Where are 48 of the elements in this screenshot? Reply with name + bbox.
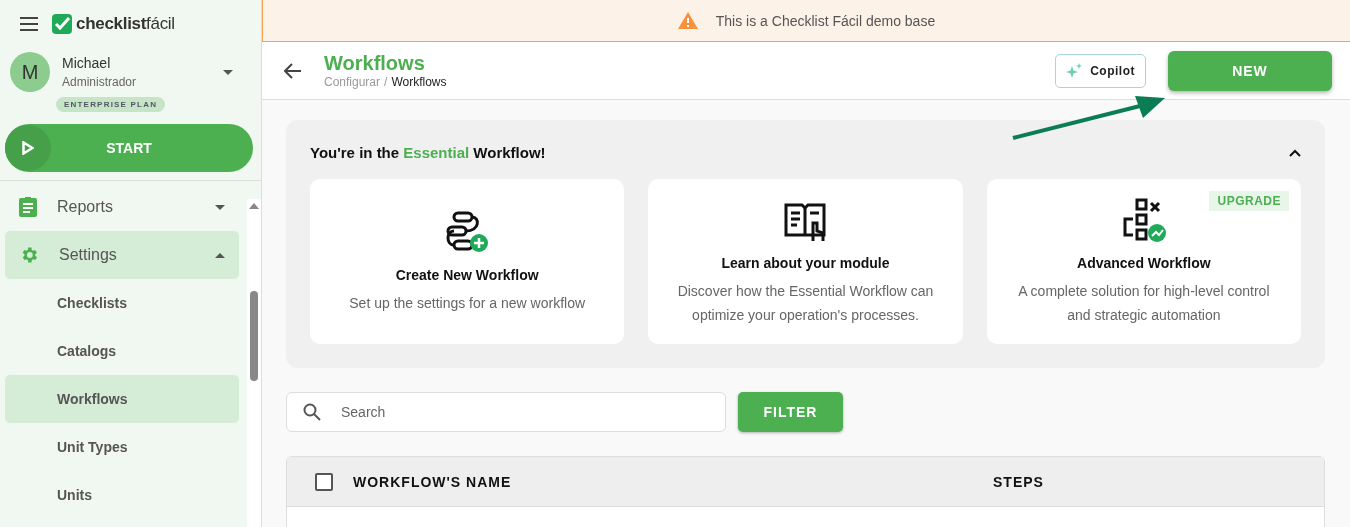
card-description: Discover how the Essential Workflow can optimize your operation's processes. bbox=[676, 281, 935, 325]
dropdown-caret-icon[interactable] bbox=[223, 70, 233, 75]
promo-card[interactable]: Learn about your module Discover how the Essential Workflow can optimize your operation's processes. bbox=[648, 179, 963, 344]
breadcrumb-current: Workflows bbox=[391, 75, 447, 89]
search-input[interactable]: Search bbox=[339, 403, 709, 421]
nav-subitem[interactable]: Checklists bbox=[5, 279, 239, 327]
collapse-caret-icon bbox=[215, 252, 225, 258]
scroll-up-icon[interactable] bbox=[249, 203, 259, 209]
nav-subitem[interactable]: Workflows bbox=[5, 375, 239, 423]
logo-text: checklistfácil bbox=[76, 14, 175, 34]
collapse-chevron-icon[interactable] bbox=[1289, 148, 1301, 157]
card-title: Learn about your module bbox=[721, 254, 890, 271]
search-field[interactable]: Search bbox=[286, 392, 726, 432]
card-title: Create New Workflow bbox=[395, 266, 539, 283]
upgrade-badge: UPGRADE bbox=[1209, 191, 1289, 211]
report-icon bbox=[19, 197, 37, 217]
nav-subitem[interactable]: Unit Types bbox=[5, 423, 239, 471]
breadcrumb-separator: / bbox=[384, 75, 388, 89]
nav-subitem[interactable]: Units bbox=[5, 471, 239, 519]
select-all-checkbox[interactable] bbox=[315, 472, 333, 491]
sparkle-icon bbox=[1066, 62, 1083, 79]
card-description: Set up the settings for a new workflow bbox=[349, 293, 586, 313]
scrollbar[interactable] bbox=[247, 199, 261, 527]
plan-badge: ENTERPRISE PLAN bbox=[56, 97, 166, 112]
nav-item[interactable]: Reports bbox=[5, 183, 239, 231]
card-description: A complete solution for high-level control and strategic automation bbox=[1017, 281, 1271, 325]
copilot-button[interactable]: Copilot bbox=[1055, 53, 1146, 88]
column-header: WORKFLOW'S NAME bbox=[353, 473, 513, 490]
promo-card[interactable]: UPGRADE Advanced Workflow A complete solution for high-level control and strategic automation bbox=[986, 179, 1301, 344]
card-title: Advanced Workflow bbox=[1077, 254, 1211, 271]
page-title: Workflows bbox=[324, 52, 426, 75]
column-header: STEPS bbox=[993, 473, 1045, 490]
nav-item[interactable]: Settings bbox=[5, 231, 239, 279]
promo-card[interactable]: Create New Workflow Set up the settings for a new workflow bbox=[310, 179, 625, 344]
user-avatar: M bbox=[10, 52, 50, 92]
logo-check-icon bbox=[52, 14, 72, 34]
promo-title: You're in the Essential Workflow! bbox=[310, 144, 546, 161]
menu-icon[interactable] bbox=[20, 17, 38, 31]
play-icon bbox=[22, 141, 34, 155]
user-role: Administrador bbox=[62, 75, 138, 89]
banner-text: This is a Checklist Fácil demo base bbox=[715, 12, 936, 29]
user-name: Michael bbox=[62, 55, 112, 71]
back-arrow-icon[interactable] bbox=[284, 62, 302, 79]
search-icon bbox=[303, 403, 321, 421]
nav-subitem[interactable]: Catalogs bbox=[5, 327, 239, 375]
expand-caret-icon bbox=[215, 204, 225, 210]
warning-icon bbox=[677, 12, 698, 29]
scrollbar-thumb[interactable] bbox=[250, 291, 258, 381]
